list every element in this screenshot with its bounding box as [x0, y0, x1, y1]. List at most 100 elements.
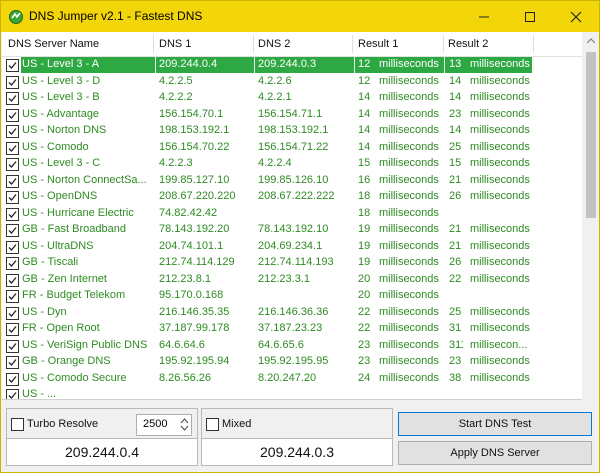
scroll-up-icon[interactable]	[587, 38, 595, 44]
table-row[interactable]: GB - Orange DNS 195.92.195.94 195.92.195.9…	[2, 354, 582, 371]
checkmark-icon	[8, 227, 17, 234]
row-checkbox[interactable]	[6, 273, 19, 287]
turbo-resolve-checkbox[interactable]	[11, 418, 24, 431]
dns2-display: 209.244.0.3	[201, 438, 393, 466]
dns1-cell: 78.143.192.20	[159, 223, 230, 235]
row-checkbox[interactable]	[6, 389, 19, 399]
mixed-label: Mixed	[222, 418, 252, 430]
table-row[interactable]: US - UltraDNS 204.74.101.1 204.69.234.1 19 m…	[2, 239, 582, 256]
close-button[interactable]	[553, 1, 599, 32]
row-checkbox[interactable]	[6, 356, 19, 369]
result1-value-cell: 12	[358, 74, 371, 87]
row-checkbox[interactable]	[6, 191, 19, 204]
row-checkbox[interactable]	[6, 92, 19, 105]
column-header-dns1[interactable]: DNS 1	[159, 38, 191, 50]
table-row[interactable]: US - Level 3 - C 4.2.2.3 4.2.2.4 15 millisec…	[2, 156, 582, 173]
row-checkbox[interactable]	[6, 372, 19, 386]
turbo-resolve-label: Turbo Resolve	[27, 418, 99, 430]
dns1-cell: 199.85.127.10	[159, 173, 230, 186]
dns1-cell: 4.2.2.3	[159, 157, 193, 169]
mixed-checkbox[interactable]	[206, 418, 219, 431]
turbo-value-stepper[interactable]: 2500	[136, 414, 192, 436]
row-checkbox[interactable]	[6, 108, 19, 122]
app-window: DNS Jumper v2.1 - Fastest DNS DNS Server…	[0, 0, 600, 473]
table-row[interactable]: FR - Open Root 37.187.99.178 37.187.23.23 2…	[2, 321, 582, 338]
row-checkbox[interactable]	[6, 141, 19, 155]
table-row[interactable]: GB - Tiscali 212.74.114.129 212.74.114.193…	[2, 255, 582, 272]
server-name-cell: US - Comodo	[22, 140, 89, 153]
row-checkbox[interactable]	[6, 323, 19, 336]
row-checkbox[interactable]	[6, 207, 19, 221]
row-checkbox[interactable]	[6, 174, 19, 188]
row-checkbox[interactable]	[6, 59, 19, 72]
table-row[interactable]: US - Dyn 216.146.35.35 216.146.36.36 22 mill…	[2, 305, 582, 322]
table-row[interactable]: US - Norton ConnectSa... 199.85.127.10 199…	[2, 173, 582, 190]
row-checkbox[interactable]	[6, 240, 19, 254]
server-name-cell: US - Level 3 - B	[22, 91, 100, 103]
dns2-cell: 64.6.65.6	[258, 338, 304, 351]
table-row[interactable]: US - Comodo 156.154.70.22 156.154.71.22 14 m…	[2, 140, 582, 157]
result2-unit-cell: milliseconds	[470, 305, 530, 318]
row-checkbox[interactable]	[6, 125, 19, 138]
result2-unit-cell: milliseconds	[470, 173, 530, 186]
row-checkbox[interactable]	[6, 306, 19, 320]
table-row[interactable]: US - Comodo Secure 8.26.56.26 8.20.247.20 2…	[2, 371, 582, 388]
dns1-cell: 8.26.56.26	[159, 371, 211, 384]
row-checkbox[interactable]	[6, 257, 19, 270]
dns1-cell: 212.23.8.1	[159, 272, 211, 285]
result2-unit-cell: milliseconds	[470, 91, 530, 103]
minimize-button[interactable]	[461, 1, 507, 32]
maximize-button[interactable]	[507, 1, 553, 32]
result2-value-cell: 21	[449, 223, 462, 235]
table-row[interactable]: GB - Zen Internet 212.23.8.1 212.23.3.1 20 m…	[2, 272, 582, 289]
vertical-scrollbar[interactable]	[583, 32, 599, 399]
table-row[interactable]: GB - Fast Broadband 78.143.192.20 78.143.1…	[2, 222, 582, 239]
spinner-arrows-icon[interactable]	[179, 416, 190, 433]
checkmark-icon	[8, 392, 17, 399]
result2-unit-cell: milliseconds	[470, 157, 530, 169]
row-checkbox[interactable]	[6, 158, 19, 171]
server-name-cell: US - Level 3 - A	[22, 58, 100, 70]
dns2-cell: 156.154.71.1	[258, 107, 323, 120]
result1-unit-cell: milliseconds	[379, 289, 439, 301]
table-row[interactable]: FR - Budget Telekom 95.170.0.168 20 millise…	[2, 288, 582, 305]
result2-unit-cell: milliseconds	[470, 124, 530, 136]
table-row[interactable]: US - Level 3 - A 209.244.0.4 209.244.0.3 12…	[2, 57, 582, 74]
column-header-result2[interactable]: Result 2	[448, 38, 488, 50]
table-row[interactable]: US - Hurricane Electric 74.82.42.42 18 mill…	[2, 206, 582, 223]
table-row[interactable]: US - Level 3 - B 4.2.2.2 4.2.2.1 14 millisec…	[2, 90, 582, 107]
row-checkbox[interactable]	[6, 290, 19, 303]
table-row[interactable]: US - Level 3 - D 4.2.2.5 4.2.2.6 12 millisec…	[2, 74, 582, 91]
turbo-value: 2500	[143, 418, 168, 430]
column-header-result1[interactable]: Result 1	[358, 38, 398, 50]
column-header-dns2[interactable]: DNS 2	[258, 38, 290, 50]
checkmark-icon	[8, 177, 17, 185]
server-name-cell: US - Level 3 - C	[22, 157, 101, 169]
result2-value-cell: 23	[449, 355, 462, 367]
result1-unit-cell: milliseconds	[379, 157, 439, 169]
table-row[interactable]: US - Norton DNS 198.153.192.1 198.153.192.…	[2, 123, 582, 140]
checkmark-icon	[8, 293, 17, 300]
checkmark-icon	[8, 243, 17, 251]
table-row[interactable]: US - ...	[2, 387, 582, 399]
table-row[interactable]: US - Advantage 156.154.70.1 156.154.71.1 14…	[2, 107, 582, 124]
dns-server-list[interactable]: DNS Server Name DNS 1 DNS 2 Result 1 Res…	[2, 32, 582, 400]
checkmark-icon	[8, 276, 17, 284]
cell-divider	[444, 57, 445, 73]
result2-value-cell: 21	[449, 239, 462, 252]
checkmark-icon	[8, 111, 17, 119]
checkmark-icon	[8, 260, 17, 267]
row-checkbox[interactable]	[6, 224, 19, 237]
start-dns-test-button[interactable]: Start DNS Test	[398, 412, 592, 436]
apply-dns-server-button[interactable]: Apply DNS Server	[398, 441, 592, 465]
scrollbar-thumb[interactable]	[586, 52, 596, 218]
minimize-icon	[479, 16, 489, 18]
result1-unit-cell: milliseconds	[379, 239, 439, 252]
server-name-cell: US - Norton DNS	[22, 124, 107, 136]
table-row[interactable]: US - OpenDNS 208.67.220.220 208.67.222.222…	[2, 189, 582, 206]
server-name-cell: US - Dyn	[22, 305, 67, 318]
column-header-name[interactable]: DNS Server Name	[8, 38, 99, 50]
row-checkbox[interactable]	[6, 339, 19, 353]
table-row[interactable]: US - VeriSign Public DNS 64.6.64.6 64.6.65…	[2, 338, 582, 355]
row-checkbox[interactable]	[6, 75, 19, 89]
